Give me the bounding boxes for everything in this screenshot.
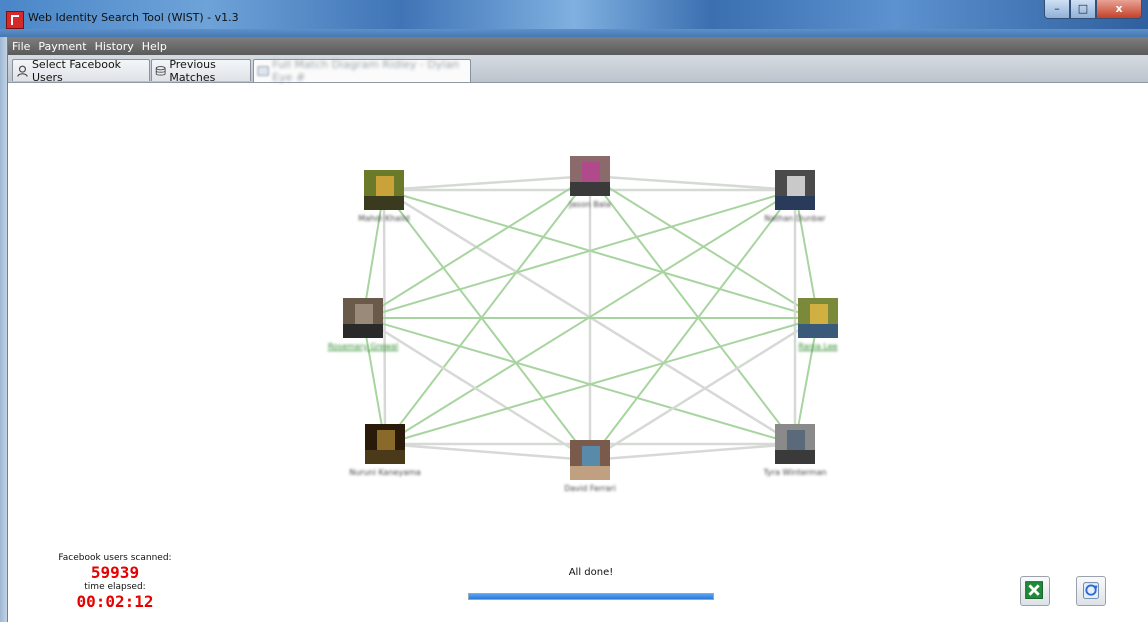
profile-photo-detail (376, 176, 394, 196)
status-text: All done! (568, 567, 614, 578)
profile-photo-detail (582, 162, 600, 182)
user-node-label[interactable]: Nuruni Kaneyama (349, 468, 421, 477)
progress-fill (469, 594, 713, 599)
profile-photo-detail (377, 430, 395, 450)
user-node[interactable] (775, 424, 815, 464)
graph-edge (383, 189, 591, 461)
profile-photo-detail (787, 176, 805, 196)
graph-edge (383, 174, 591, 192)
profile-photo-detail (365, 450, 405, 464)
scanned-label: Facebook users scanned: (58, 553, 172, 563)
graph-edge (384, 175, 591, 445)
profile-photo-detail (810, 304, 828, 324)
graph-edge (589, 174, 796, 192)
graph-edge (362, 189, 796, 319)
profile-photo-detail (570, 466, 610, 480)
user-node[interactable] (570, 156, 610, 196)
profile-photo-detail (775, 450, 815, 464)
export-excel-button[interactable] (1020, 576, 1050, 606)
graph-edge (589, 189, 796, 461)
scan-stats: Facebook users scanned: 59939 time elaps… (40, 553, 190, 611)
user-node-label[interactable]: David Ferrari (564, 484, 616, 493)
graph-edge (384, 317, 819, 445)
profile-photo-detail (355, 304, 373, 324)
user-node-label[interactable]: Rania Lee (798, 342, 837, 351)
user-node-label[interactable]: Jason Bala (569, 200, 610, 209)
user-node-label[interactable]: Nathan Dunbar (764, 214, 825, 223)
excel-export-icon (1025, 581, 1043, 599)
graph-edge (589, 442, 796, 462)
profile-photo-detail (364, 196, 404, 210)
browser-refresh-icon (1083, 582, 1099, 599)
graph-edge (362, 317, 796, 445)
user-node-label[interactable]: Tyra Winterman (763, 468, 826, 477)
profile-photo-detail (798, 324, 838, 338)
user-node[interactable] (343, 298, 383, 338)
profile-photo-detail (582, 446, 600, 466)
progress-bar (468, 593, 714, 600)
profile-photo-detail (343, 324, 383, 338)
user-node[interactable] (570, 440, 610, 480)
refresh-browser-button[interactable] (1076, 576, 1106, 606)
elapsed-time: 00:02:12 (76, 592, 154, 611)
user-node[interactable] (365, 424, 405, 464)
graph-edge (384, 442, 591, 462)
user-node-label[interactable]: Rosemary Grewal (328, 342, 398, 351)
profile-photo-detail (787, 430, 805, 450)
user-node[interactable] (798, 298, 838, 338)
graph-edge (383, 189, 819, 319)
profile-photo-detail (775, 196, 815, 210)
match-diagram (343, 156, 838, 480)
user-node[interactable] (364, 170, 404, 210)
scanned-count: 59939 (90, 563, 140, 582)
profile-photo-detail (570, 182, 610, 196)
elapsed-label: time elapsed: (84, 582, 146, 592)
user-node-label[interactable]: Mahdi Khalid (358, 214, 409, 223)
user-node[interactable] (775, 170, 815, 210)
